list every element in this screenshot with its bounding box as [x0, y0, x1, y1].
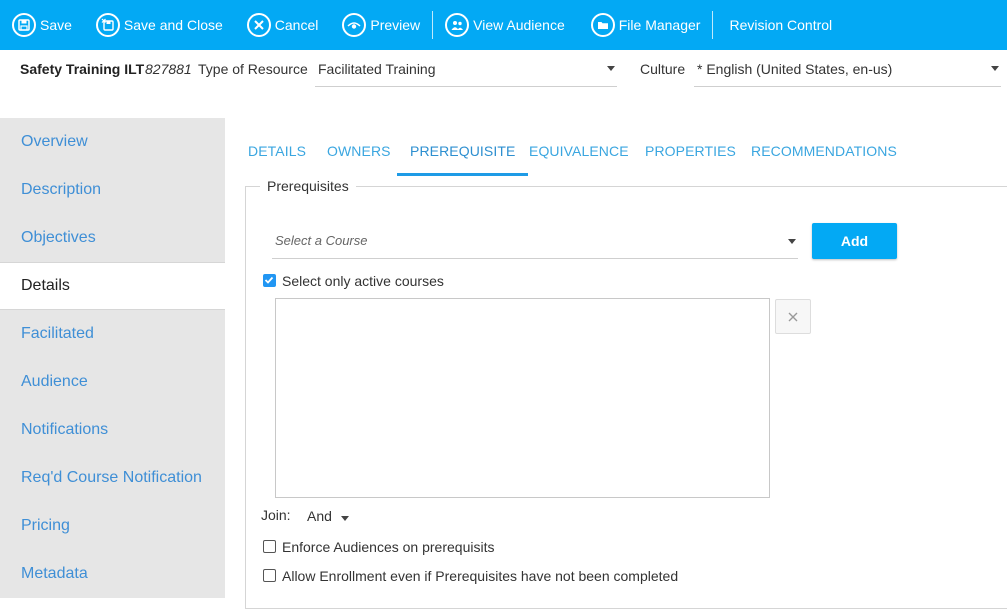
tab-details[interactable]: DETAILS [235, 133, 319, 176]
type-of-resource-select[interactable]: Facilitated Training [315, 50, 617, 87]
revision-control-button[interactable]: Revision Control [719, 0, 838, 50]
tab-prerequisite[interactable]: PREREQUISITE [397, 133, 529, 176]
join-select[interactable]: And [303, 503, 353, 531]
sidebar-item-reqd-course-notification[interactable]: Req'd Course Notification [0, 454, 225, 502]
resource-header: Safety Training ILT 827881 Type of Resou… [0, 50, 1007, 118]
culture-label: Culture [640, 61, 686, 77]
sidebar-item-label: Req'd Course Notification [21, 469, 202, 486]
sidebar-item-label: Metadata [21, 565, 88, 582]
type-of-resource-label: Type of Resource [198, 61, 308, 77]
chevron-down-icon [341, 516, 349, 521]
join-value: And [307, 508, 332, 524]
save-icon [12, 13, 36, 37]
remove-course-button[interactable] [775, 299, 811, 334]
tab-label: PREREQUISITE [410, 143, 516, 159]
view-audience-button[interactable]: View Audience [439, 0, 571, 50]
preview-label: Preview [370, 17, 421, 33]
sidebar-item-facilitated[interactable]: Facilitated [0, 310, 225, 358]
culture-select[interactable]: * English (United States, en-us) [694, 50, 1001, 87]
course-select[interactable]: Select a Course [272, 222, 798, 259]
sidebar-item-label: Pricing [21, 517, 70, 534]
save-and-close-button[interactable]: Save and Close [90, 0, 229, 50]
cancel-icon [246, 13, 271, 37]
sidebar-item-label: Overview [21, 133, 88, 150]
file-manager-button[interactable]: File Manager [585, 0, 707, 50]
sidebar-item-audience[interactable]: Audience [0, 358, 225, 406]
sidebar-item-label: Audience [21, 373, 88, 390]
enforce-audiences-checkbox[interactable] [263, 540, 276, 553]
close-icon [788, 312, 798, 321]
sidebar-item-metadata[interactable]: Metadata [0, 550, 225, 598]
allow-enrollment-checkbox[interactable] [263, 569, 276, 582]
toolbar-divider [712, 11, 714, 39]
sidebar-item-description[interactable]: Description [0, 166, 225, 214]
save-button[interactable]: Save [6, 0, 78, 50]
sidebar-item-notifications[interactable]: Notifications [0, 406, 225, 454]
audience-icon [445, 13, 470, 37]
folder-icon [590, 13, 615, 37]
culture-value: * English (United States, en-us) [697, 61, 893, 77]
sidebar-item-overview[interactable]: Overview [0, 118, 225, 166]
join-label: Join: [261, 507, 291, 523]
allow-enrollment-label: Allow Enrollment even if Prerequisites h… [282, 568, 679, 584]
tab-equivalence[interactable]: EQUIVALENCE [516, 133, 642, 176]
sidebar-item-pricing[interactable]: Pricing [0, 502, 225, 550]
sidebar-item-objectives[interactable]: Objectives [0, 214, 225, 262]
course-select-placeholder: Select a Course [275, 233, 368, 248]
tab-properties[interactable]: PROPERTIES [632, 133, 749, 176]
tab-owners[interactable]: OWNERS [314, 133, 404, 176]
sidebar-item-label: Description [21, 181, 102, 198]
sidebar-item-label: Details [21, 277, 70, 294]
chevron-down-icon [788, 239, 796, 244]
file-manager-label: File Manager [618, 17, 701, 33]
active-courses-checkbox[interactable] [263, 274, 276, 287]
revision-control-label: Revision Control [729, 17, 833, 33]
sidebar-item-label: Objectives [21, 229, 96, 246]
sidebar-item-label: Facilitated [21, 325, 94, 342]
save-label: Save [40, 17, 72, 33]
type-of-resource-value: Facilitated Training [318, 61, 436, 77]
preview-icon [342, 13, 367, 37]
chevron-down-icon [607, 66, 615, 71]
sidebar-item-details[interactable]: Details [0, 262, 225, 310]
resource-title: Safety Training ILT [20, 61, 145, 77]
toolbar-divider [432, 11, 434, 39]
save-and-close-label: Save and Close [123, 17, 223, 33]
tab-label: EQUIVALENCE [529, 143, 629, 159]
tab-label: RECOMMENDATIONS [751, 143, 897, 159]
preview-button[interactable]: Preview [336, 0, 426, 50]
tab-recommendations[interactable]: RECOMMENDATIONS [738, 133, 910, 176]
active-courses-label: Select only active courses [282, 273, 444, 289]
sidebar: Overview Description Objectives Details … [0, 118, 225, 598]
view-audience-label: View Audience [473, 17, 565, 33]
toolbar: Save Save and Close Cancel Preview View … [0, 0, 1007, 50]
add-button-label: Add [840, 233, 869, 249]
cancel-label: Cancel [274, 17, 319, 33]
sidebar-item-label: Notifications [21, 421, 109, 438]
prerequisites-legend: Prerequisites [260, 178, 356, 194]
tab-label: PROPERTIES [645, 143, 736, 159]
add-prerequisite-button[interactable]: Add [812, 223, 897, 259]
chevron-down-icon [991, 66, 999, 71]
tab-label: OWNERS [327, 143, 391, 159]
save-close-icon [95, 13, 120, 37]
cancel-button[interactable]: Cancel [241, 0, 325, 50]
enforce-audiences-label: Enforce Audiences on prerequisits [282, 539, 495, 555]
resource-id: 827881 [145, 61, 192, 77]
check-icon [264, 276, 274, 284]
tab-label: DETAILS [248, 143, 307, 159]
selected-courses-list[interactable] [275, 298, 770, 498]
